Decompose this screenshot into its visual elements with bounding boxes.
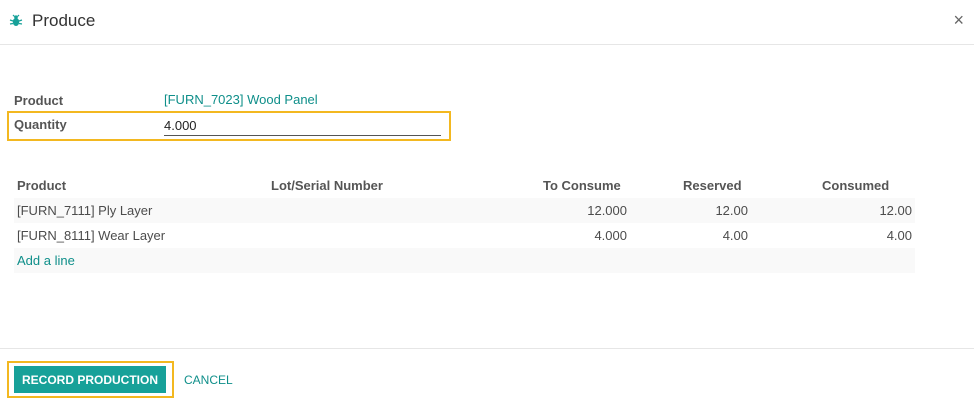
add-line-link[interactable]: Add a line: [17, 253, 75, 268]
header-product[interactable]: Product: [17, 178, 66, 193]
dialog-footer: RECORD PRODUCTION CANCEL: [0, 348, 974, 413]
components-table: Product Lot/Serial Number To Consume Res…: [14, 172, 915, 273]
product-label: Product: [14, 93, 64, 108]
add-line-row: Add a line: [14, 248, 915, 273]
dialog-header: Produce ×: [0, 0, 974, 45]
cancel-button[interactable]: CANCEL: [184, 373, 233, 387]
close-icon[interactable]: ×: [953, 10, 964, 30]
cell-to-consume: 12.000: [587, 203, 627, 218]
cell-reserved: 12.00: [715, 203, 748, 218]
record-production-button[interactable]: RECORD PRODUCTION: [14, 366, 166, 393]
quantity-input[interactable]: [164, 116, 441, 136]
cell-consumed: 12.00: [879, 203, 912, 218]
table-row[interactable]: [FURN_8111] Wear Layer 4.000 4.00 4.00: [14, 223, 915, 248]
header-lot[interactable]: Lot/Serial Number: [271, 178, 383, 193]
record-button-highlight: RECORD PRODUCTION: [7, 361, 174, 398]
quantity-label: Quantity: [14, 117, 67, 132]
header-consumed[interactable]: Consumed: [822, 178, 889, 193]
cell-to-consume: 4.000: [594, 228, 627, 243]
cell-product: [FURN_8111] Wear Layer: [17, 228, 166, 243]
cell-product: [FURN_7111] Ply Layer: [17, 203, 153, 218]
table-row[interactable]: [FURN_7111] Ply Layer 12.000 12.00 12.00: [14, 198, 915, 223]
cell-reserved: 4.00: [722, 228, 748, 243]
dialog-title: Produce: [32, 11, 96, 30]
header-reserved[interactable]: Reserved: [683, 178, 742, 193]
header-to-consume[interactable]: To Consume: [543, 178, 621, 193]
table-header: Product Lot/Serial Number To Consume Res…: [14, 172, 915, 198]
bug-icon: [9, 14, 23, 26]
cell-consumed: 4.00: [886, 228, 912, 243]
product-link[interactable]: [FURN_7023] Wood Panel: [164, 92, 318, 107]
